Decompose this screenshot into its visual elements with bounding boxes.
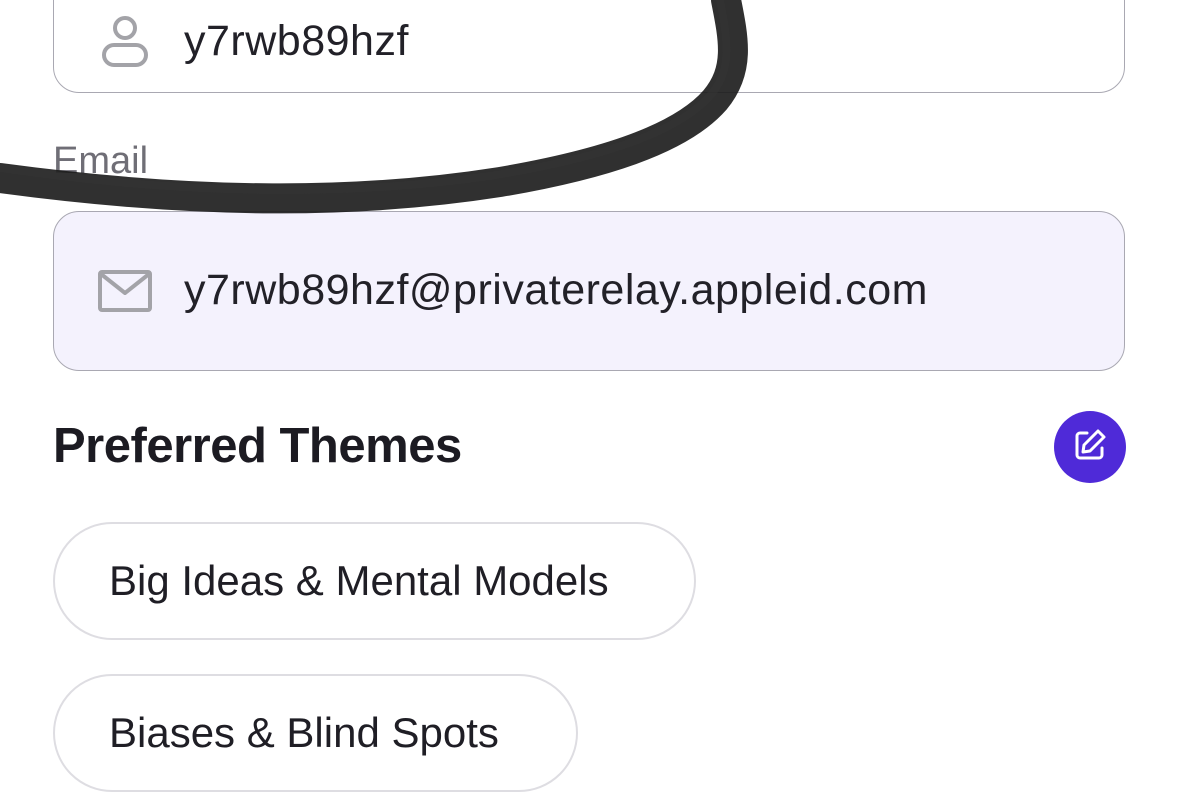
theme-chip-big-ideas[interactable]: Big Ideas & Mental Models <box>53 522 696 640</box>
person-icon <box>96 13 154 71</box>
edit-icon <box>1072 427 1108 468</box>
mail-icon <box>96 262 154 320</box>
section-title-preferred-themes: Preferred Themes <box>53 419 462 473</box>
email-label: Email <box>53 140 149 182</box>
username-field[interactable]: y7rwb89hzf <box>53 0 1125 93</box>
edit-themes-button[interactable] <box>1054 411 1126 483</box>
username-value: y7rwb89hzf <box>184 17 409 65</box>
email-value: y7rwb89hzf@privaterelay.appleid.com <box>184 266 928 314</box>
theme-chip-biases[interactable]: Biases & Blind Spots <box>53 674 578 792</box>
email-field[interactable]: y7rwb89hzf@privaterelay.appleid.com <box>53 211 1125 371</box>
